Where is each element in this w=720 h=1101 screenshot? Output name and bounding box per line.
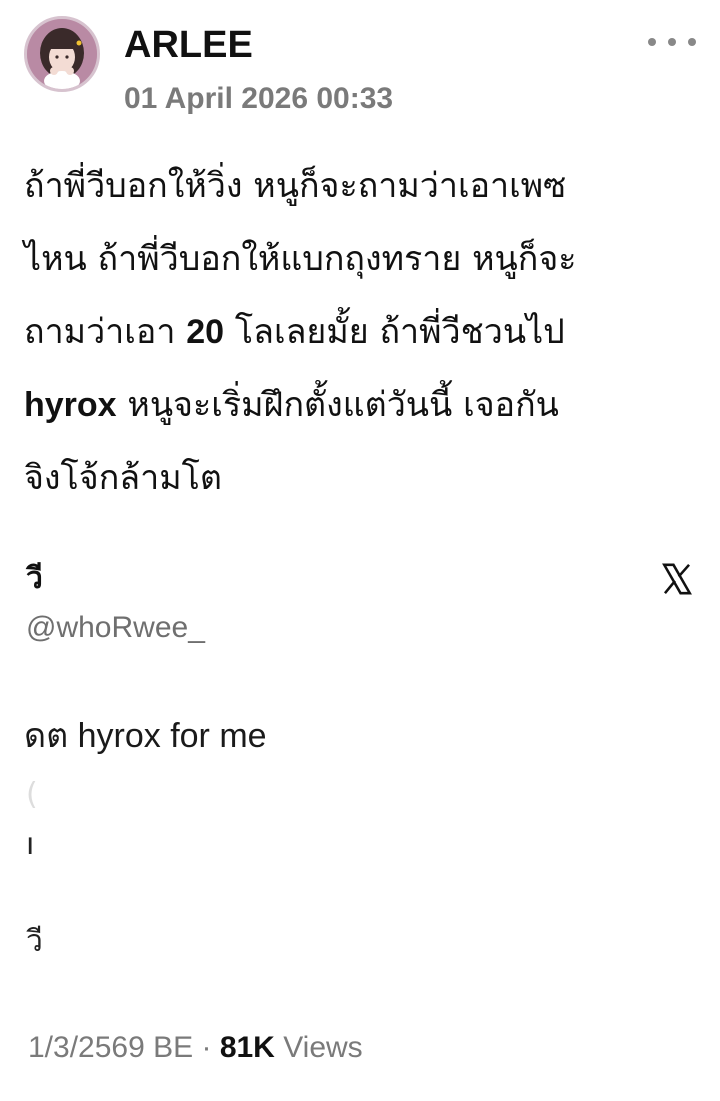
quoted-text-fragment: (: [26, 777, 38, 812]
post-meta: 1/3/2569 BE · 81K Views: [28, 1028, 363, 1068]
post-body-bold-word: hyrox: [24, 386, 117, 424]
quoted-post-text: ดต hyrox for me: [24, 717, 267, 755]
post-body-text: หนูจะเริ่มฝึกตั้งแต่วันนี้ เจอกัน: [116, 385, 559, 425]
post-body-line: จิงโจ้กล้ามโต: [24, 458, 222, 498]
quoted-post[interactable]: วี @whoRwee_ ดต hyrox for me ( ı วี: [0, 540, 720, 980]
post-date: 1/3/2569 BE: [28, 1031, 194, 1064]
post-body-line: hyrox หนูจะเริ่มฝึกตั้งแต่วันนี้ เจอกัน: [24, 369, 694, 442]
post-body-text: โลเลยมั้ย ถ้าพี่วีชวนไป: [224, 312, 565, 352]
meta-separator: ·: [193, 1031, 220, 1064]
quoted-author-handle: @whoRwee_: [26, 611, 205, 644]
quoted-text-fragment: ı: [26, 827, 35, 862]
more-options-button[interactable]: [648, 28, 696, 56]
post-body-line: ถามว่าเอา 20 โลเลยมั้ย ถ้าพี่วีชวนไป: [24, 296, 694, 369]
more-horizontal-icon-dot: [668, 38, 676, 46]
post-body-bold-number: 20: [186, 313, 225, 351]
quoted-author-name: วี: [26, 561, 43, 596]
avatar-image: [27, 19, 97, 89]
post-body: ถ้าพี่วีบอกให้วิ่ง หนูก็จะถามว่าเอาเพซ ไ…: [24, 150, 694, 515]
more-horizontal-icon-dot: [688, 38, 696, 46]
post-header: ARLEE 01 April 2026 00:33: [0, 0, 720, 120]
post-body-line: ถ้าพี่วีบอกให้วิ่ง หนูก็จะถามว่าเอาเพซ: [24, 166, 567, 206]
avatar[interactable]: [24, 16, 100, 92]
x-logo-icon: [662, 563, 692, 595]
views-count[interactable]: 81K: [220, 1031, 275, 1064]
post-body-text: ถามว่าเอา: [24, 312, 187, 352]
post-body-line: ไหน ถ้าพี่วีบอกให้แบกถุงทราย หนูก็จะ: [24, 239, 577, 279]
views-label: Views: [274, 1031, 363, 1064]
author-name[interactable]: ARLEE: [124, 22, 253, 68]
more-horizontal-icon: [648, 38, 656, 46]
post-timestamp: 01 April 2026 00:33: [124, 82, 394, 115]
quoted-text-fragment: วี: [26, 924, 43, 959]
